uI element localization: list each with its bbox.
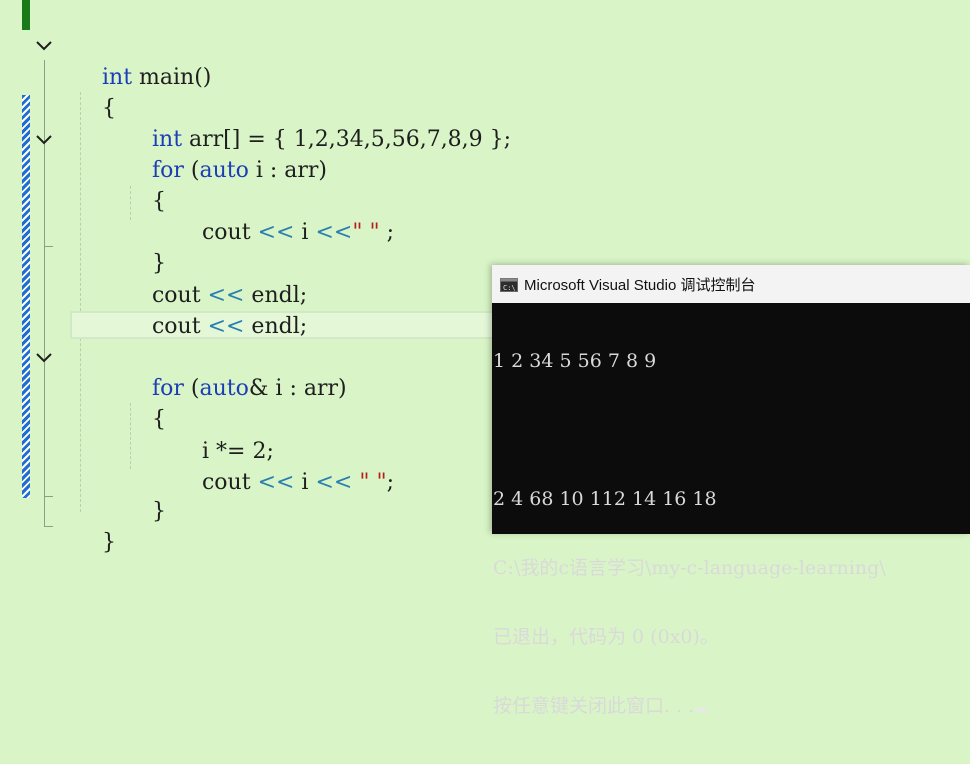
code-line[interactable]: int main() xyxy=(74,31,211,90)
code-line[interactable]: cout << endl; xyxy=(124,249,307,308)
code-line[interactable]: for (auto& i : arr) xyxy=(124,342,347,401)
console-line-prompt: 按任意键关闭此窗口. . . xyxy=(493,695,970,718)
cout-token: cout xyxy=(201,220,258,245)
unsaved-change-bar xyxy=(22,95,30,498)
cout-token: cout xyxy=(201,470,258,495)
paren-token: ( xyxy=(183,376,200,401)
var-token: i xyxy=(294,220,316,245)
indent-guide xyxy=(80,92,81,512)
code-line[interactable]: { xyxy=(124,155,166,214)
semicolon-token: ; xyxy=(386,470,394,495)
console-title: Microsoft Visual Studio 调试控制台 xyxy=(524,276,756,294)
code-line[interactable]: cout << i <<" " ; xyxy=(174,186,394,245)
string-token: " " xyxy=(359,470,387,495)
collapse-chevron-icon[interactable] xyxy=(35,131,53,149)
function-token: main() xyxy=(132,65,212,90)
brace-token: } xyxy=(151,499,166,524)
paren-token: ( xyxy=(183,158,200,183)
brace-token: { xyxy=(151,407,166,432)
outline-bracket xyxy=(44,370,53,497)
console-line: C:\我的c语言学习\my-c-language-learning\ xyxy=(493,557,886,579)
var-token: i xyxy=(268,376,290,401)
brace-token: { xyxy=(101,96,116,121)
saved-change-marker xyxy=(22,0,30,30)
console-line: 已退出，代码为 0 (0x0)。 xyxy=(493,626,719,648)
operator-token: << xyxy=(315,220,353,245)
semicolon-token: ; xyxy=(379,220,394,245)
svg-text:C:\: C:\ xyxy=(503,284,516,292)
code-line[interactable]: cout << i << " "; xyxy=(174,436,394,495)
debug-console-window[interactable]: C:\ Microsoft Visual Studio 调试控制台 1 2 34… xyxy=(492,265,970,717)
code-line[interactable]: int arr[] = { 1,2,34,5,56,7,8,9 }; xyxy=(124,93,511,152)
range-token: : arr) xyxy=(289,376,347,401)
operator-token: << xyxy=(315,470,353,495)
semicolon-token: ; xyxy=(299,314,308,339)
console-line: 1 2 34 5 56 7 8 9 xyxy=(493,350,657,372)
code-line[interactable]: { xyxy=(124,373,166,432)
var-token: i xyxy=(294,470,316,495)
collapse-chevron-icon[interactable] xyxy=(35,349,53,367)
var-token: i xyxy=(248,158,270,183)
endl-token: endl xyxy=(244,314,300,339)
console-titlebar[interactable]: C:\ Microsoft Visual Studio 调试控制台 xyxy=(492,265,970,303)
text-cursor xyxy=(696,708,708,712)
code-line[interactable]: i *= 2; xyxy=(174,405,274,464)
code-line[interactable]: } xyxy=(124,217,166,276)
collapse-chevron-icon[interactable] xyxy=(35,37,53,55)
code-line[interactable]: for (auto i : arr) xyxy=(124,124,327,183)
cout-token: cout xyxy=(151,314,208,339)
code-line[interactable]: } xyxy=(124,465,166,524)
keyword-token: auto xyxy=(199,158,249,183)
range-token: : arr) xyxy=(269,158,328,183)
outline-bracket xyxy=(44,526,53,527)
outline-bracket xyxy=(44,152,53,247)
brace-token: { xyxy=(151,189,166,214)
keyword-token: auto xyxy=(199,376,249,401)
console-line: 按任意键关闭此窗口. . . xyxy=(493,695,695,717)
string-token: " " xyxy=(352,220,380,245)
console-line: 2 4 68 10 112 14 16 18 xyxy=(493,488,717,510)
console-app-icon: C:\ xyxy=(500,277,518,292)
code-line[interactable]: cout << endl; xyxy=(124,280,307,339)
operator-token: << xyxy=(257,470,295,495)
code-line[interactable]: { xyxy=(74,62,116,121)
operator-token: << xyxy=(257,220,295,245)
code-line[interactable]: } xyxy=(74,496,116,555)
ampersand-token: & xyxy=(248,376,269,401)
operator-token: << xyxy=(207,314,245,339)
